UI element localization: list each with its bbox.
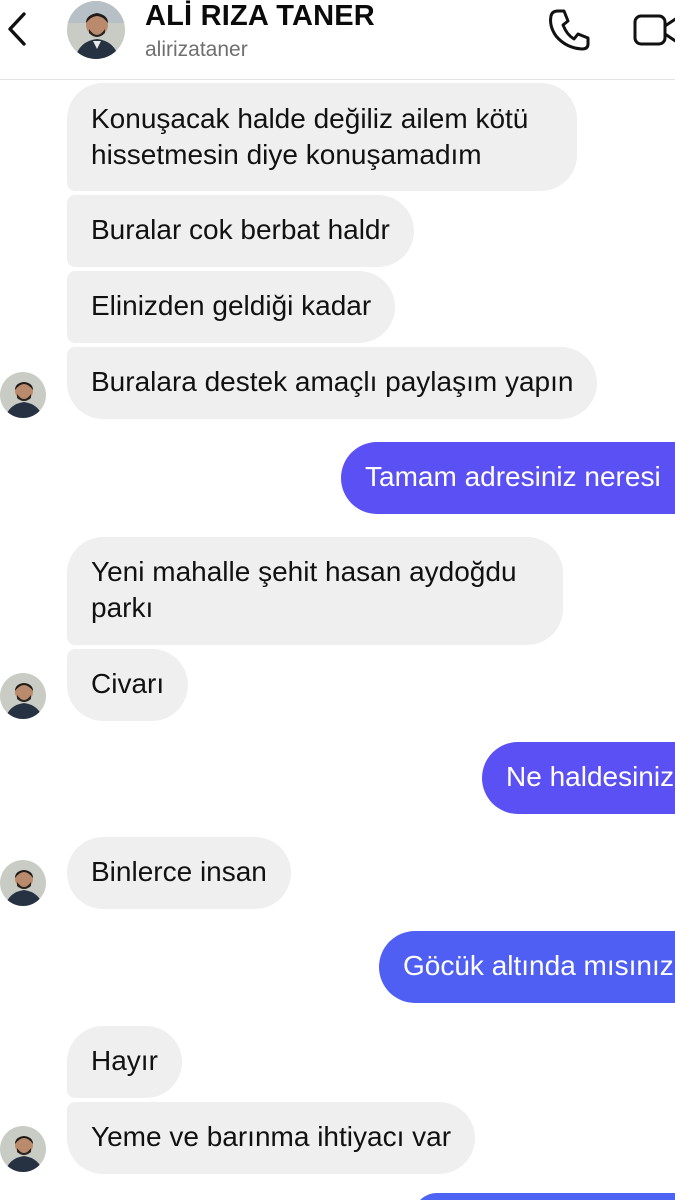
page-title: ALİ RIZA TANER bbox=[145, 0, 375, 32]
message-incoming[interactable]: Buralara destek amaçlı paylaşım yapın bbox=[67, 347, 598, 419]
call-button[interactable] bbox=[546, 6, 592, 52]
profile-photo-icon bbox=[0, 372, 46, 418]
phone-icon bbox=[549, 9, 590, 51]
sender-avatar[interactable] bbox=[0, 372, 46, 418]
avatar[interactable] bbox=[67, 1, 125, 59]
message-incoming[interactable]: Yeni mahalle şehit hasan aydoğdu parkı bbox=[67, 537, 563, 645]
video-camera-icon bbox=[633, 14, 675, 46]
message-incoming[interactable]: Yeme ve barınma ihtiyacı var bbox=[67, 1102, 476, 1174]
message-outgoing[interactable]: Göcük altında mısınız bbox=[379, 931, 675, 1003]
chevron-left-icon bbox=[8, 12, 26, 46]
message-incoming[interactable]: Civarı bbox=[67, 649, 189, 721]
message-incoming[interactable]: Konuşacak halde değiliz ailem kötü hisse… bbox=[67, 83, 577, 191]
message-outgoing[interactable]: Ne haldesiniz bbox=[482, 742, 675, 814]
chat-screen: ALİ RIZA TANER alirizataner Konuşacak ha… bbox=[0, 0, 675, 1200]
sender-avatar[interactable] bbox=[0, 860, 46, 906]
message-outgoing-partial[interactable] bbox=[413, 1193, 675, 1200]
message-incoming[interactable]: Binlerce insan bbox=[67, 837, 291, 909]
message-incoming[interactable]: Elinizden geldiği kadar bbox=[67, 271, 396, 343]
profile-photo-icon bbox=[67, 1, 125, 59]
message-incoming[interactable]: Buralar cok berbat haldr bbox=[67, 195, 414, 267]
sender-avatar[interactable] bbox=[0, 673, 46, 719]
message-outgoing[interactable]: Tamam adresiniz neresi bbox=[341, 442, 675, 514]
sender-avatar[interactable] bbox=[0, 1126, 46, 1172]
chat-header: ALİ RIZA TANER alirizataner bbox=[0, 0, 675, 80]
video-call-button[interactable] bbox=[632, 8, 675, 48]
profile-photo-icon bbox=[0, 673, 46, 719]
back-button[interactable] bbox=[2, 8, 34, 50]
profile-photo-icon bbox=[0, 860, 46, 906]
profile-photo-icon bbox=[0, 1126, 46, 1172]
message-incoming[interactable]: Hayır bbox=[67, 1026, 182, 1098]
username-label: alirizataner bbox=[145, 38, 248, 61]
